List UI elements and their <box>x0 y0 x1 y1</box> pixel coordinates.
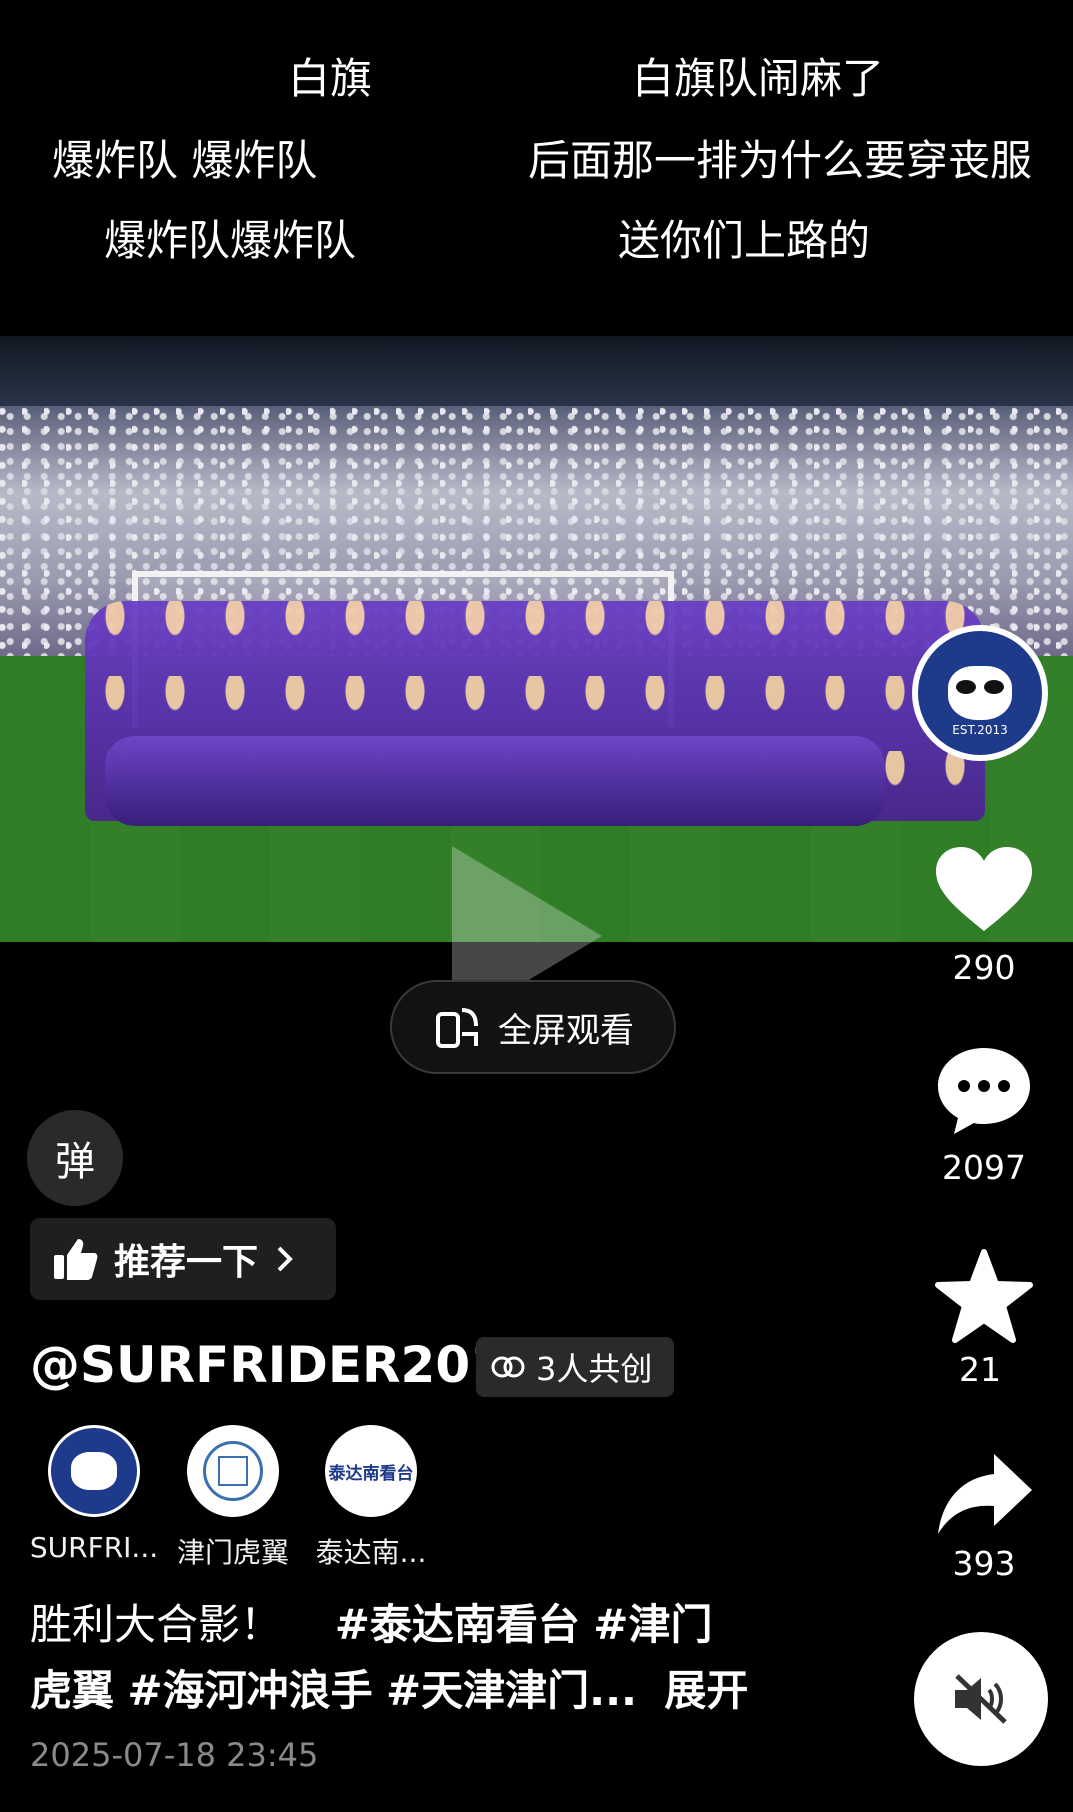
seal-logo-icon <box>203 1441 263 1501</box>
fullscreen-button[interactable]: 全屏观看 <box>390 980 676 1074</box>
danmaku-toggle-label: 弹 <box>55 1139 95 1185</box>
author-avatar[interactable]: EST.2013 <box>912 625 1048 761</box>
danmaku-text: 白旗 <box>288 54 373 103</box>
mute-button[interactable] <box>914 1632 1048 1766</box>
star-icon[interactable] <box>934 1248 1034 1344</box>
comment-count: 2097 <box>942 1148 1026 1187</box>
creator-name: 津门虎翼 <box>176 1536 289 1569</box>
thumbs-up-icon <box>54 1239 98 1280</box>
danmaku-text: 白旗队闹麻了 <box>632 54 885 103</box>
recommend-label: 推荐一下 <box>114 1242 259 1283</box>
favorite-count: 21 <box>959 1350 1001 1389</box>
video-caption: 胜利大合影！ #泰达南看台 #津门虎翼 #海河冲浪手 #天津津门... 展开 <box>30 1592 750 1724</box>
speaker-muted-icon <box>955 1674 1007 1724</box>
stadium-roof <box>0 336 1073 406</box>
creator-item[interactable]: 泰达南看台 泰达南... <box>296 1425 446 1571</box>
chevron-right-icon <box>277 1246 293 1272</box>
author-handle[interactable]: @SURFRIDER2013 <box>30 1336 540 1394</box>
share-count: 393 <box>952 1544 1016 1583</box>
creator-item[interactable]: 津门虎翼 <box>158 1425 308 1571</box>
danmaku-text: 爆炸队 爆炸队 <box>52 136 318 185</box>
hashtag-link[interactable]: #海河冲浪手 <box>127 1666 372 1715</box>
avatar-est-text: EST.2013 <box>952 723 1008 737</box>
creator-avatar: 泰达南看台 <box>325 1425 417 1517</box>
creator-item[interactable]: SURFRI... <box>19 1425 169 1564</box>
fullscreen-label: 全屏观看 <box>498 1010 634 1051</box>
danmaku-toggle-button[interactable]: 弹 <box>27 1110 123 1206</box>
expand-link[interactable]: 展开 <box>664 1666 748 1715</box>
creator-avatar-text: 泰达南看台 <box>328 1463 414 1484</box>
creator-name: SURFRI... <box>29 1531 159 1564</box>
danmaku-text: 送你们上路的 <box>618 216 871 265</box>
share-icon[interactable] <box>934 1448 1034 1538</box>
hashtag-link[interactable]: #泰达南看台 <box>335 1600 580 1649</box>
caption-text: 胜利大合影！ <box>30 1600 283 1649</box>
team-front-row <box>105 736 885 826</box>
creator-avatar <box>48 1425 140 1517</box>
rotate-screen-icon <box>436 1008 478 1048</box>
cocreate-badge[interactable]: 3人共创 <box>476 1337 674 1397</box>
recommend-button[interactable]: 推荐一下 <box>30 1218 336 1300</box>
like-count: 290 <box>952 948 1016 987</box>
panda-logo-icon <box>948 666 1012 720</box>
creator-name: 泰达南... <box>315 1536 427 1569</box>
hashtag-link[interactable]: #天津津门... <box>386 1666 637 1715</box>
panda-logo-icon <box>71 1452 117 1490</box>
cocreate-label: 3人共创 <box>536 1350 653 1388</box>
danmaku-text: 爆炸队爆炸队 <box>104 216 357 265</box>
post-date: 2025-07-18 23:45 <box>30 1736 319 1774</box>
link-icon <box>491 1356 525 1378</box>
comment-icon[interactable] <box>934 1044 1034 1138</box>
heart-icon[interactable] <box>934 845 1034 935</box>
creator-avatar <box>187 1425 279 1517</box>
danmaku-text: 后面那一排为什么要穿丧服 <box>528 136 1033 185</box>
